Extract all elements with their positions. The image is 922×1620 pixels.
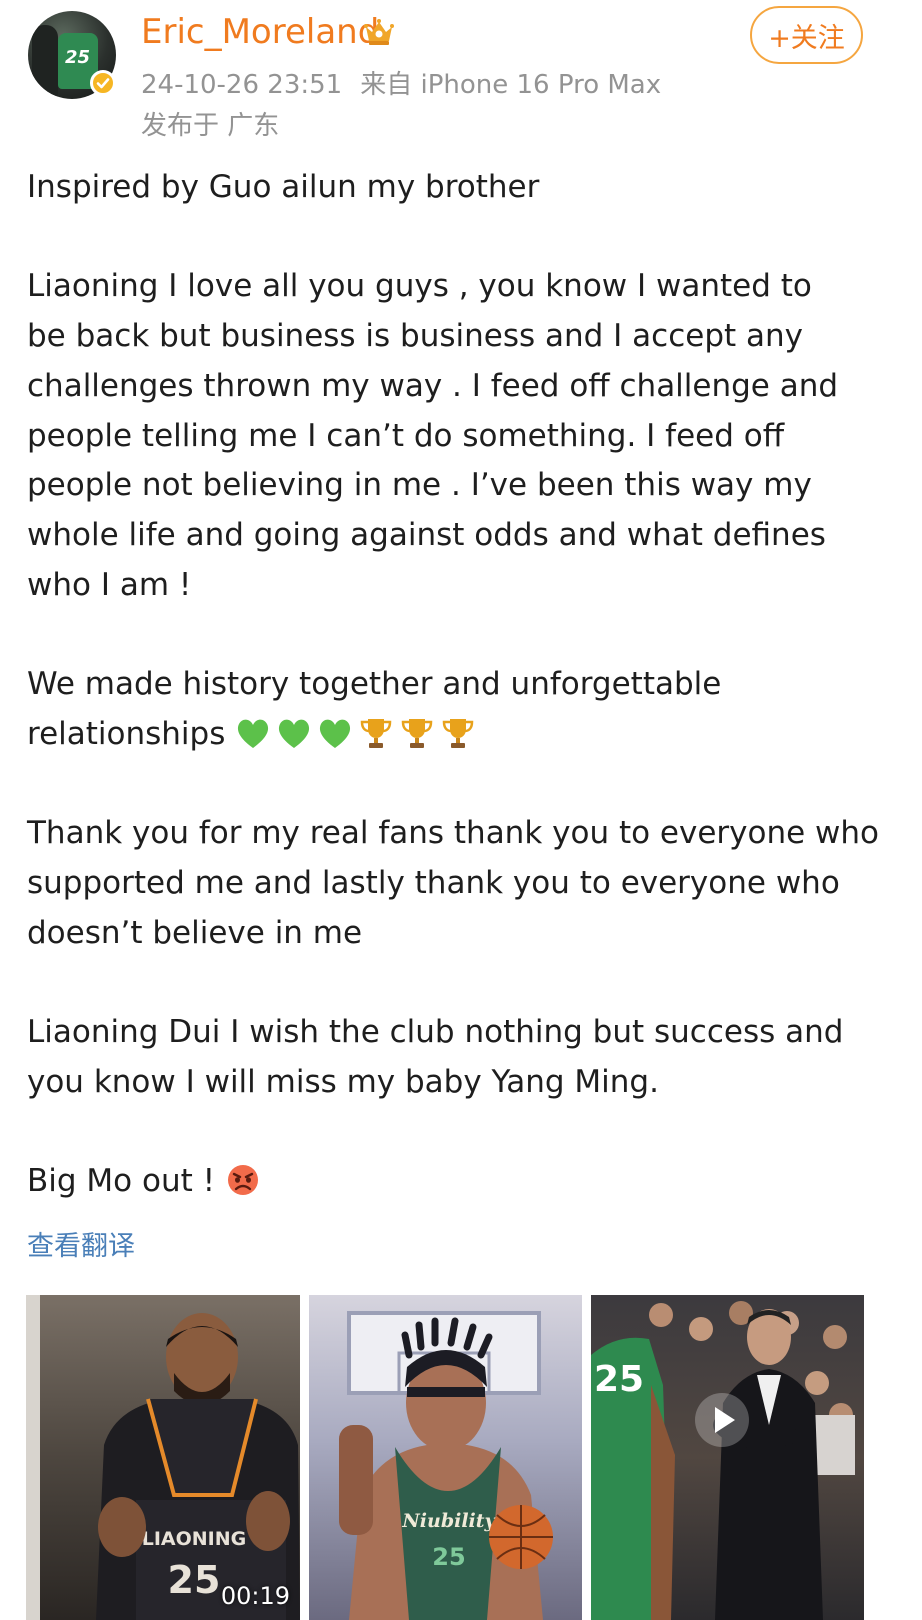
media-thumbnail-video[interactable]: 25 [591, 1295, 864, 1620]
translate-link[interactable]: 查看翻译 [27, 1224, 135, 1263]
post-source: 来自 iPhone 16 Pro Max [360, 70, 662, 100]
play-icon[interactable] [695, 1393, 749, 1447]
post-paragraph-with-emoji: relationships [27, 710, 887, 760]
avatar-figure [32, 25, 58, 99]
post-body: Inspired by Guo ailun my brother Liaonin… [27, 163, 887, 1207]
illustration-image: Niubility 25 [309, 1295, 582, 1620]
username[interactable]: Eric_Moreland [141, 12, 379, 52]
video-duration: 00:19 [220, 1582, 290, 1610]
post-location: 发布于 广东 [141, 111, 280, 141]
angry-face-icon [227, 1164, 258, 1195]
post-meta: 24-10-26 23:51 来自 iPhone 16 Pro Max [141, 64, 661, 101]
jersey-number: 25 [432, 1543, 465, 1571]
post-paragraph-with-emoji: Big Mo out ! [27, 1157, 887, 1207]
jersey-text: LIAONING [142, 1528, 247, 1550]
green-heart-icon [238, 719, 269, 748]
video-frame-game: 25 [591, 1295, 864, 1620]
avatar-jersey-number: 25 [65, 47, 91, 68]
post-paragraph: We made history together and unforgettab… [27, 666, 722, 702]
post-text: relationships [27, 715, 226, 752]
trophy-icon [360, 718, 392, 748]
post-timestamp: 24-10-26 23:51 [141, 70, 343, 100]
verified-badge-icon [90, 70, 116, 96]
video-frame-player: LIAONING 25 [26, 1295, 300, 1620]
green-heart-icon [279, 719, 310, 748]
post-paragraph: Thank you for my real fans thank you to … [27, 815, 880, 951]
jersey-text: Niubility [401, 1510, 497, 1532]
green-heart-icon [320, 719, 351, 748]
media-thumbnail-image[interactable]: Niubility 25 [309, 1295, 582, 1620]
trophy-icon [401, 718, 433, 748]
post-paragraph: Liaoning Dui I wish the club nothing but… [27, 1013, 844, 1100]
crown-icon [364, 19, 394, 45]
post-paragraph: Inspired by Guo ailun my brother [27, 169, 540, 205]
post-text: Big Mo out ! [27, 1162, 216, 1199]
trophy-icon [442, 718, 474, 748]
jersey-number: 25 [594, 1359, 644, 1400]
media-thumbnail-video[interactable]: LIAONING 25 00:19 [26, 1295, 300, 1620]
follow-button[interactable]: +关注 [750, 6, 863, 64]
jersey-number: 25 [168, 1558, 221, 1602]
post-paragraph: Liaoning I love all you guys , you know … [27, 268, 839, 603]
